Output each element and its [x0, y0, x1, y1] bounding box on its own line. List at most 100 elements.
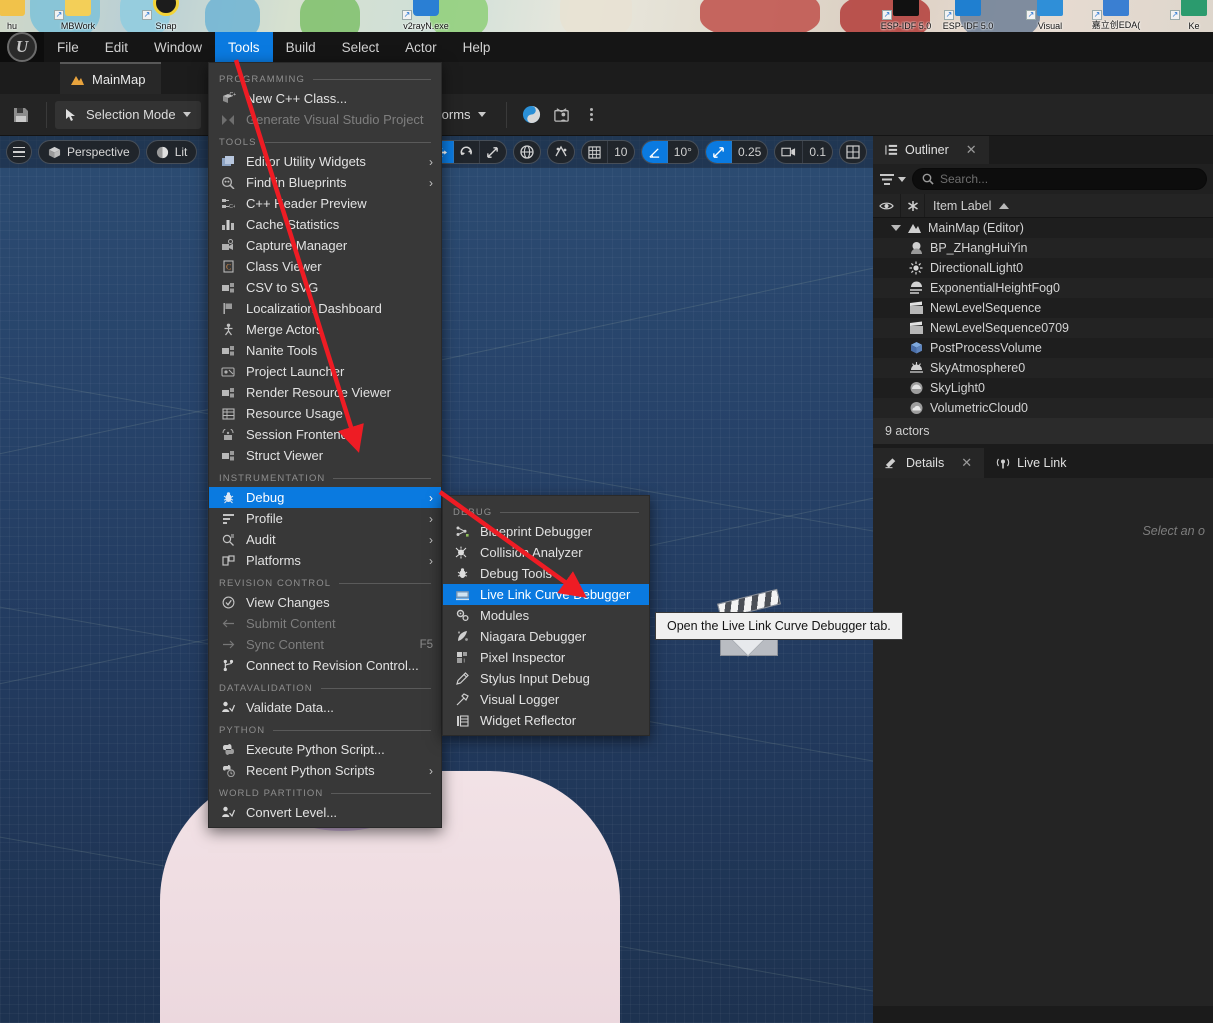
column-item-label[interactable]: Item Label: [925, 194, 1213, 217]
menu-editor-utility-widgets[interactable]: Editor Utility Widgets ›: [209, 151, 441, 172]
surface-snap-button[interactable]: [546, 140, 575, 164]
outliner-row-directionallight0[interactable]: DirectionalLight0: [873, 258, 1213, 278]
desktop-icon[interactable]: ↗ Ke: [1168, 0, 1213, 32]
menu-select[interactable]: Select: [329, 32, 393, 62]
tab-outliner[interactable]: Outliner ✕: [873, 136, 989, 164]
menu-stylus-input-debug[interactable]: Stylus Input Debug: [443, 668, 649, 689]
menu-visual-logger[interactable]: Visual Logger: [443, 689, 649, 710]
desktop-icon[interactable]: ↗ Snap: [140, 0, 192, 32]
menu-class-viewer[interactable]: C Class Viewer: [209, 256, 441, 277]
outliner-row-exponentialheightfog0[interactable]: ExponentialHeightFog0: [873, 278, 1213, 298]
menu-validate-data[interactable]: Validate Data...: [209, 697, 441, 718]
menu-actor[interactable]: Actor: [392, 32, 450, 62]
menu-build[interactable]: Build: [273, 32, 329, 62]
close-icon[interactable]: ✕: [961, 455, 972, 471]
menu-nanite-tools[interactable]: Nanite Tools: [209, 340, 441, 361]
menu-generate-vs-project[interactable]: Generate Visual Studio Project: [209, 109, 441, 130]
menu-merge-actors[interactable]: Merge Actors: [209, 319, 441, 340]
menu-find-in-blueprints[interactable]: Find in Blueprints ›: [209, 172, 441, 193]
tab-mainmap[interactable]: MainMap: [60, 62, 162, 94]
yinyang-button[interactable]: [517, 101, 547, 129]
desktop-icon[interactable]: ↗ hu: [0, 0, 38, 32]
menu-session-frontend[interactable]: Session Frontend: [209, 424, 441, 445]
menu-struct-viewer[interactable]: Struct Viewer: [209, 445, 441, 466]
expand-triangle-icon[interactable]: [891, 225, 901, 231]
menu-execute-python-script[interactable]: Execute Python Script...: [209, 739, 441, 760]
tv-user-button[interactable]: [547, 101, 577, 129]
outliner-row-newlevelsequence[interactable]: NewLevelSequence: [873, 298, 1213, 318]
menu-modules[interactable]: Modules: [443, 605, 649, 626]
scale-snap-toggle[interactable]: [705, 141, 732, 163]
scale-tool-button[interactable]: [480, 141, 506, 163]
menu-cache-statistics[interactable]: Cache Statistics: [209, 214, 441, 235]
viewport-layout-button[interactable]: [839, 140, 867, 164]
coordinate-system-button[interactable]: [512, 140, 541, 164]
menu-recent-python-scripts[interactable]: Recent Python Scripts ›: [209, 760, 441, 781]
outliner-row-skyatmosphere0[interactable]: SkyAtmosphere0: [873, 358, 1213, 378]
desktop-icon[interactable]: ↗ MBWork: [52, 0, 104, 32]
outliner-row-volumetriccloud0[interactable]: VolumetricCloud0: [873, 398, 1213, 418]
desktop-icon[interactable]: ↗ ESP-IDF 5.0: [880, 0, 932, 32]
outliner-row-postprocessvolume[interactable]: PostProcessVolume: [873, 338, 1213, 358]
menu-pixel-inspector[interactable]: i Pixel Inspector: [443, 647, 649, 668]
unreal-logo-button[interactable]: U: [0, 32, 44, 62]
desktop-icon[interactable]: ↗ ESP-IDF 5.0: [942, 0, 994, 32]
menu-window[interactable]: Window: [141, 32, 215, 62]
menu-resource-usage[interactable]: Resource Usage: [209, 403, 441, 424]
save-button[interactable]: [0, 106, 42, 124]
tab-details[interactable]: Details ✕: [873, 448, 985, 478]
desktop-icon[interactable]: ↗ Visual: [1024, 0, 1076, 32]
tab-live-link[interactable]: Live Link: [984, 448, 1078, 478]
menu-collision-analyzer[interactable]: Collision Analyzer: [443, 542, 649, 563]
menu-convert-level[interactable]: Convert Level...: [209, 802, 441, 823]
outliner-row-bp-zhanghuiyin[interactable]: BP_ZHangHuiYin: [873, 238, 1213, 258]
menu-project-launcher[interactable]: Project Launcher: [209, 361, 441, 382]
menu-csv-to-svg[interactable]: CSV to SVG: [209, 277, 441, 298]
menu-niagara-debugger[interactable]: Niagara Debugger: [443, 626, 649, 647]
menu-widget-reflector[interactable]: Widget Reflector: [443, 710, 649, 731]
menu-edit[interactable]: Edit: [92, 32, 141, 62]
menu-tools[interactable]: Tools: [215, 32, 273, 62]
viewport-menu-icon[interactable]: [6, 140, 32, 164]
desktop-icon[interactable]: ↗ v2rayN.exe: [400, 0, 452, 32]
outliner-row-skylight0[interactable]: SkyLight0: [873, 378, 1213, 398]
outliner-row-mainmap[interactable]: MainMap (Editor): [873, 218, 1213, 238]
menu-debug[interactable]: Debug ›: [209, 487, 441, 508]
close-icon[interactable]: ✕: [966, 142, 977, 158]
outliner-row-newlevelsequence0709[interactable]: NewLevelSequence0709: [873, 318, 1213, 338]
grid-snap-value[interactable]: 10: [608, 141, 634, 163]
menu-platforms[interactable]: Platforms ›: [209, 550, 441, 571]
filter-button[interactable]: [879, 173, 906, 186]
camera-speed-toggle[interactable]: [775, 141, 804, 163]
search-input[interactable]: Search...: [912, 168, 1207, 190]
menu-sync-content[interactable]: Sync Content F5: [209, 634, 441, 655]
menu-submit-content[interactable]: Submit Content: [209, 613, 441, 634]
desktop-icon[interactable]: ↗ 嘉立创EDA(: [1090, 0, 1142, 32]
selection-mode-dropdown[interactable]: Selection Mode: [55, 100, 201, 129]
grid-snap-toggle[interactable]: [582, 141, 608, 163]
viewport-viewmode-dropdown[interactable]: Lit: [145, 140, 198, 164]
menu-new-cpp-class[interactable]: C++ New C++ Class...: [209, 88, 441, 109]
menu-audit[interactable]: Audit ›: [209, 529, 441, 550]
menu-help[interactable]: Help: [450, 32, 504, 62]
menu-live-link-curve-debugger[interactable]: Live Link Curve Debugger: [443, 584, 649, 605]
menu-capture-manager[interactable]: Capture Manager: [209, 235, 441, 256]
scale-snap-value[interactable]: 0.25: [732, 141, 767, 163]
column-pin[interactable]: [901, 194, 925, 217]
column-visibility[interactable]: [873, 194, 901, 217]
menu-blueprint-debugger[interactable]: Blueprint Debugger: [443, 521, 649, 542]
toolbar-overflow-button[interactable]: [577, 101, 607, 129]
menu-debug-tools[interactable]: Debug Tools: [443, 563, 649, 584]
menu-render-resource-viewer[interactable]: Render Resource Viewer: [209, 382, 441, 403]
menu-profile[interactable]: Profile ›: [209, 508, 441, 529]
angle-snap-toggle[interactable]: [641, 141, 668, 163]
camera-speed-value[interactable]: 0.1: [803, 141, 832, 163]
menu-cpp-header-preview[interactable]: C++ C++ Header Preview: [209, 193, 441, 214]
rotate-tool-button[interactable]: [454, 141, 480, 163]
menu-localization-dashboard[interactable]: Localization Dashboard: [209, 298, 441, 319]
menu-file[interactable]: File: [44, 32, 92, 62]
angle-snap-value[interactable]: 10°: [668, 141, 698, 163]
menu-view-changes[interactable]: View Changes: [209, 592, 441, 613]
viewport-perspective-dropdown[interactable]: Perspective: [38, 140, 140, 164]
menu-connect-to-revision-control[interactable]: Connect to Revision Control...: [209, 655, 441, 676]
